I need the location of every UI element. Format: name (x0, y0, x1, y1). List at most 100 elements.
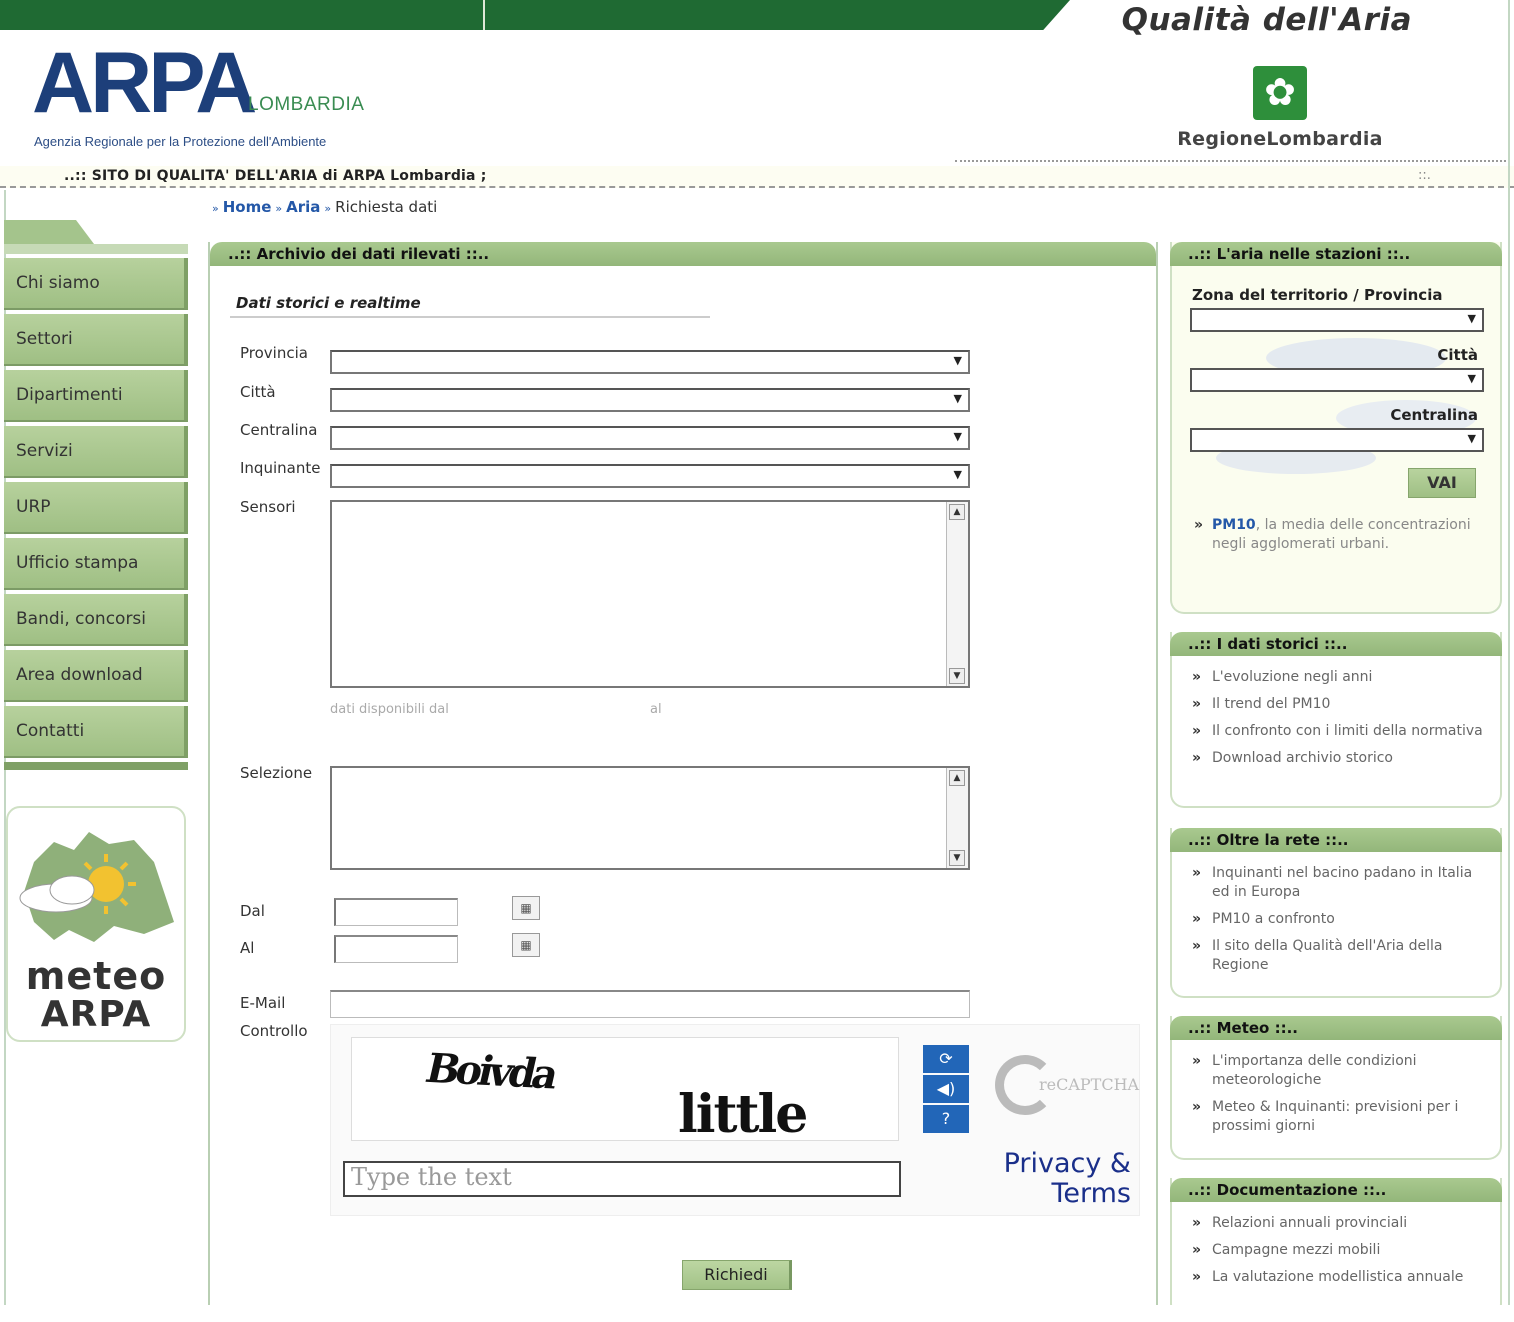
calendar-icon[interactable]: ▦ (512, 896, 540, 920)
selezione-scrollbar[interactable]: ▲ ▼ (946, 768, 968, 868)
selezione-label: Selezione (240, 764, 313, 782)
panel-title: ..:: Archivio dei dati rilevati ::.. (210, 242, 1156, 266)
top-bar (0, 0, 1070, 30)
stazioni-title: ..:: L'aria nelle stazioni ::.. (1170, 242, 1502, 266)
zona-select[interactable] (1190, 308, 1484, 332)
refresh-icon[interactable]: ⟳ (923, 1045, 969, 1073)
list-item[interactable]: Campagne mezzi mobili (1190, 1241, 1490, 1260)
list-item[interactable]: PM10 a confronto (1190, 910, 1490, 929)
recaptcha-widget: Boivda little ⟳ ◀) ? reCAPTCHA Privacy &… (330, 1024, 1140, 1216)
sidebar-item-dipartimenti[interactable]: Dipartimenti (4, 370, 188, 422)
list-item[interactable]: Relazioni annuali provinciali (1190, 1214, 1490, 1233)
recaptcha-logo-text: reCAPTCHA (1039, 1075, 1140, 1094)
list-item[interactable]: Il trend del PM10 (1190, 695, 1490, 714)
privacy-terms-link[interactable]: Privacy & Terms (951, 1149, 1131, 1209)
scroll-up-icon[interactable]: ▲ (949, 770, 965, 786)
documentazione-title: ..:: Documentazione ::.. (1170, 1178, 1502, 1202)
stazioni-box: ..:: L'aria nelle stazioni ::.. Zona del… (1170, 242, 1502, 614)
list-item[interactable]: La valutazione modellistica annuale (1190, 1268, 1490, 1287)
scroll-down-icon[interactable]: ▼ (949, 668, 965, 684)
calendar-icon[interactable]: ▦ (512, 933, 540, 957)
list-item[interactable]: Download archivio storico (1190, 749, 1490, 768)
top-bar-divider (483, 0, 485, 30)
al-label: Al (240, 939, 255, 957)
sidebar-item-contatti[interactable]: Contatti (4, 706, 188, 758)
list-item[interactable]: L'importanza delle condizioni meteorolog… (1190, 1052, 1490, 1090)
list-item[interactable]: Il sito della Qualità dell'Aria della Re… (1190, 937, 1490, 975)
sidebar-item-urp[interactable]: URP (4, 482, 188, 534)
oltre-la-rete-list: Inquinanti nel bacino padano in Italia e… (1172, 852, 1500, 975)
sidebar-item-ufficio-stampa[interactable]: Ufficio stampa (4, 538, 188, 590)
provincia-select[interactable] (330, 350, 970, 374)
citta-select[interactable] (330, 388, 970, 412)
meteo-list: L'importanza delle condizioni meteorolog… (1172, 1040, 1500, 1136)
meteo-arpa-banner[interactable]: meteo ARPA (6, 806, 186, 1042)
regione-flower-icon (1253, 66, 1307, 120)
site-title: Qualità dell'Aria (1121, 2, 1412, 38)
subtitle-bar: ..:: SITO DI QUALITA' DELL'ARIA di ARPA … (0, 166, 1514, 188)
inquinante-select[interactable] (330, 464, 970, 488)
documentazione-box: ..:: Documentazione ::.. Relazioni annua… (1170, 1178, 1502, 1318)
pm10-bold: PM10 (1212, 517, 1256, 533)
logo-mark: ARPA (32, 35, 257, 131)
captcha-text-input[interactable]: Type the text (343, 1161, 901, 1197)
dal-date-input[interactable] (334, 898, 458, 926)
stazioni-centralina-label: Centralina (1390, 406, 1478, 424)
section-divider (230, 316, 710, 318)
availability-suffix: al (650, 702, 662, 717)
subtitle-ornament: ::. (1418, 168, 1431, 183)
meteo-box: ..:: Meteo ::.. L'importanza delle condi… (1170, 1016, 1502, 1160)
audio-icon[interactable]: ◀) (923, 1075, 969, 1103)
richiedi-button[interactable]: Richiedi (682, 1260, 792, 1290)
sidebar-tab (4, 220, 94, 244)
logo-tagline: Agenzia Regionale per la Protezione dell… (34, 134, 327, 149)
list-item[interactable]: Il confronto con i limiti della normativ… (1190, 722, 1490, 741)
dati-storici-box: ..:: I dati storici ::.. L'evoluzione ne… (1170, 632, 1502, 808)
dal-label: Dal (240, 902, 265, 920)
controllo-label: Controllo (240, 1022, 308, 1040)
sidebar-item-area-download[interactable]: Area download (4, 650, 188, 702)
oltre-la-rete-title: ..:: Oltre la rete ::.. (1170, 828, 1502, 852)
selezione-listbox[interactable]: ▲ ▼ (330, 766, 970, 870)
lombardy-map-icon (19, 832, 174, 942)
breadcrumb-aria[interactable]: Aria (286, 198, 320, 216)
captcha-word-2: little (678, 1084, 808, 1145)
logo-region: LOMBARDIA (248, 94, 365, 115)
header-divider (955, 160, 1510, 162)
stazioni-centralina-select[interactable] (1190, 428, 1484, 452)
inquinante-label: Inquinante (240, 459, 321, 477)
help-icon[interactable]: ? (923, 1105, 969, 1133)
stazioni-citta-select[interactable] (1190, 368, 1484, 392)
sidebar-top (4, 244, 188, 254)
list-item[interactable]: Inquinanti nel bacino padano in Italia e… (1190, 864, 1490, 902)
scroll-up-icon[interactable]: ▲ (949, 504, 965, 520)
vai-button[interactable]: VAI (1408, 468, 1476, 498)
meteo-title: ..:: Meteo ::.. (1170, 1016, 1502, 1040)
dati-storici-title: ..:: I dati storici ::.. (1170, 632, 1502, 656)
regione-lombardia-logo[interactable]: RegioneLombardia (1160, 66, 1400, 150)
pm10-link[interactable]: PM10, la media delle concentrazioni negl… (1194, 516, 1484, 554)
sensori-listbox[interactable]: ▲ ▼ (330, 500, 970, 688)
sidebar-item-settori[interactable]: Settori (4, 314, 188, 366)
sidebar-item-servizi[interactable]: Servizi (4, 426, 188, 478)
breadcrumb-separator: » (275, 202, 283, 215)
arpa-logo[interactable]: ARPA LOMBARDIA Agenzia Regionale per la … (32, 40, 392, 160)
breadcrumb-separator: » (212, 202, 219, 215)
stazioni-citta-label: Città (1437, 346, 1478, 364)
list-item[interactable]: Meteo & Inquinanti: previsioni per i pro… (1190, 1098, 1490, 1136)
breadcrumb-separator: » (324, 202, 332, 215)
breadcrumb-home[interactable]: Home (223, 198, 272, 216)
scroll-down-icon[interactable]: ▼ (949, 850, 965, 866)
centralina-select[interactable] (330, 426, 970, 450)
list-item[interactable]: L'evoluzione negli anni (1190, 668, 1490, 687)
sidebar-item-bandi-concorsi[interactable]: Bandi, concorsi (4, 594, 188, 646)
clouds-background (1216, 338, 1476, 474)
sidebar-end (4, 762, 188, 770)
sensori-scrollbar[interactable]: ▲ ▼ (946, 502, 968, 686)
dati-storici-list: L'evoluzione negli anni Il trend del PM1… (1172, 656, 1500, 768)
sidebar-item-chi-siamo[interactable]: Chi siamo (4, 258, 188, 310)
sidebar-nav: Chi siamo Settori Dipartimenti Servizi U… (4, 220, 188, 770)
zona-label: Zona del territorio / Provincia (1192, 286, 1443, 304)
email-field[interactable] (330, 990, 970, 1018)
al-date-input[interactable] (334, 935, 458, 963)
